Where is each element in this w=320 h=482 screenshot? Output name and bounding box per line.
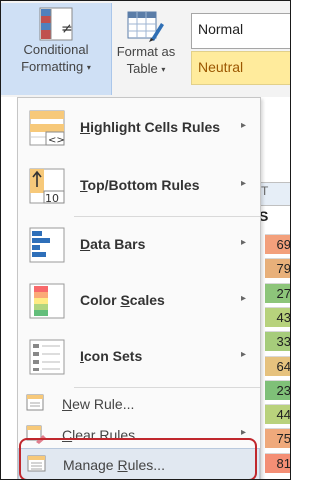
ribbon-styles-group: ≠ Conditional Formatting ▾ Format as Tab… (1, 1, 290, 97)
menu-item-new-rule[interactable]: New Rule... (18, 388, 260, 419)
chevron-right-icon: ▸ (240, 178, 246, 189)
menu-item-label: Clear Rules (62, 427, 136, 443)
excel-window: ≠ Conditional Formatting ▾ Format as Tab… (0, 0, 291, 480)
conditional-formatting-label-1: Conditional (23, 42, 89, 57)
chevron-down-icon: ▾ (86, 63, 91, 72)
chevron-right-icon: ▸ (240, 120, 246, 131)
conditional-formatting-menu: <> Highlight Cells Rules ▸ 10 Top/Bottom… (17, 97, 261, 479)
format-as-table-label-2: Table (126, 61, 158, 76)
conditional-formatting-button[interactable]: ≠ Conditional Formatting ▾ (1, 3, 112, 95)
conditional-formatting-icon: ≠ (39, 7, 73, 41)
menu-item-label: Color Scales (80, 292, 165, 308)
worksheet-fragment: T S 69 79 27 43 33 64 23 44 75 81 (257, 97, 290, 479)
menu-item-label: Manage Rules... (63, 457, 165, 473)
data-bars-icon (29, 227, 65, 263)
menu-item-clear-rules[interactable]: Clear Rules ▸ (18, 419, 260, 450)
color-scales-icon (29, 283, 65, 319)
column-header-fragment: T (261, 184, 269, 198)
menu-item-label: Top/Bottom Rules (80, 177, 200, 193)
menu-item-label: Highlight Cells Rules (80, 119, 221, 135)
sheet-cell[interactable]: 33 (265, 331, 290, 352)
sheet-cell[interactable]: 44 (265, 404, 290, 425)
menu-item-top-bottom-rules[interactable]: 10 Top/Bottom Rules ▸ (18, 158, 260, 214)
highlight-cells-rules-icon: <> (29, 110, 65, 146)
conditional-formatting-label-2: Formatting (21, 59, 84, 74)
format-as-table-button[interactable]: Format as Table ▾ (113, 3, 179, 78)
new-rule-icon (26, 394, 44, 411)
menu-item-color-scales[interactable]: Color Scales ▸ (18, 273, 260, 329)
chevron-right-icon: ▸ (240, 237, 246, 248)
sheet-cell[interactable]: 23 (265, 379, 290, 400)
chevron-down-icon: ▾ (161, 65, 166, 74)
format-as-table-label-1: Format as (116, 44, 176, 59)
format-as-table-icon (127, 11, 164, 42)
svg-text:<>: <> (48, 135, 65, 146)
menu-item-highlight-cells-rules[interactable]: <> Highlight Cells Rules ▸ (18, 100, 260, 156)
sheet-cell[interactable]: 75 (265, 428, 290, 449)
chevron-right-icon: ▸ (240, 426, 246, 438)
chevron-right-icon: ▸ (240, 293, 246, 304)
sheet-cell[interactable]: 27 (265, 282, 290, 303)
svg-text:≠: ≠ (61, 21, 73, 37)
cell-style-normal[interactable]: Normal (191, 13, 290, 49)
clear-rules-icon (26, 425, 46, 444)
manage-rules-icon (27, 455, 46, 472)
menu-item-icon-sets[interactable]: Icon Sets ▸ (18, 329, 260, 385)
sheet-cell[interactable]: 69 (265, 234, 290, 254)
menu-item-label: Data Bars (80, 236, 146, 252)
sheet-cell[interactable]: 79 (265, 258, 290, 279)
menu-item-manage-rules[interactable]: Manage Rules... (18, 448, 260, 479)
top-bottom-rules-icon: 10 (29, 168, 65, 205)
menu-item-label: Icon Sets (80, 348, 143, 364)
chevron-right-icon: ▸ (240, 349, 246, 360)
icon-sets-icon (29, 339, 65, 375)
sheet-cell[interactable]: 81 (265, 452, 290, 473)
cell-style-neutral[interactable]: Neutral (191, 51, 290, 85)
sheet-cell[interactable]: 64 (265, 355, 290, 376)
sheet-cell[interactable]: 43 (265, 306, 290, 327)
menu-item-label: New Rule... (62, 396, 135, 412)
svg-text:10: 10 (45, 192, 59, 205)
menu-item-data-bars[interactable]: Data Bars ▸ (18, 217, 260, 273)
